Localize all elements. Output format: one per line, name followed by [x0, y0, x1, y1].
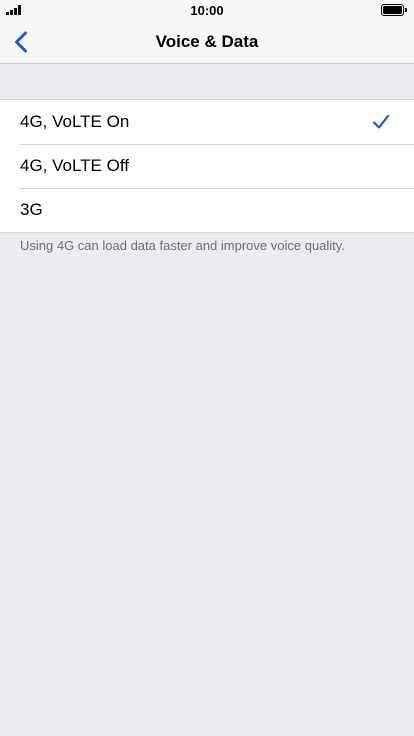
checkmark-icon	[372, 114, 390, 129]
back-button[interactable]	[6, 26, 36, 58]
voice-data-screen: 10:00 Voice & Data 4G, VoLTE On 4G, VoLT…	[0, 0, 414, 736]
status-time: 10:00	[190, 3, 224, 18]
option-label: 3G	[20, 200, 43, 219]
option-label: 4G, VoLTE Off	[20, 156, 129, 175]
battery-icon	[381, 4, 407, 16]
option-4g-volte-off[interactable]: 4G, VoLTE Off	[0, 144, 414, 188]
navigation-bar: Voice & Data	[0, 20, 414, 64]
option-label: 4G, VoLTE On	[20, 112, 130, 131]
option-4g-volte-on[interactable]: 4G, VoLTE On	[0, 100, 414, 144]
page-title: Voice & Data	[155, 32, 259, 51]
option-3g[interactable]: 3G	[0, 188, 414, 232]
chevron-left-icon	[15, 31, 27, 53]
footnote: Using 4G can load data faster and improv…	[20, 238, 345, 253]
voice-data-options: 4G, VoLTE On 4G, VoLTE Off 3G	[0, 99, 414, 233]
status-bar: 10:00	[0, 0, 414, 20]
